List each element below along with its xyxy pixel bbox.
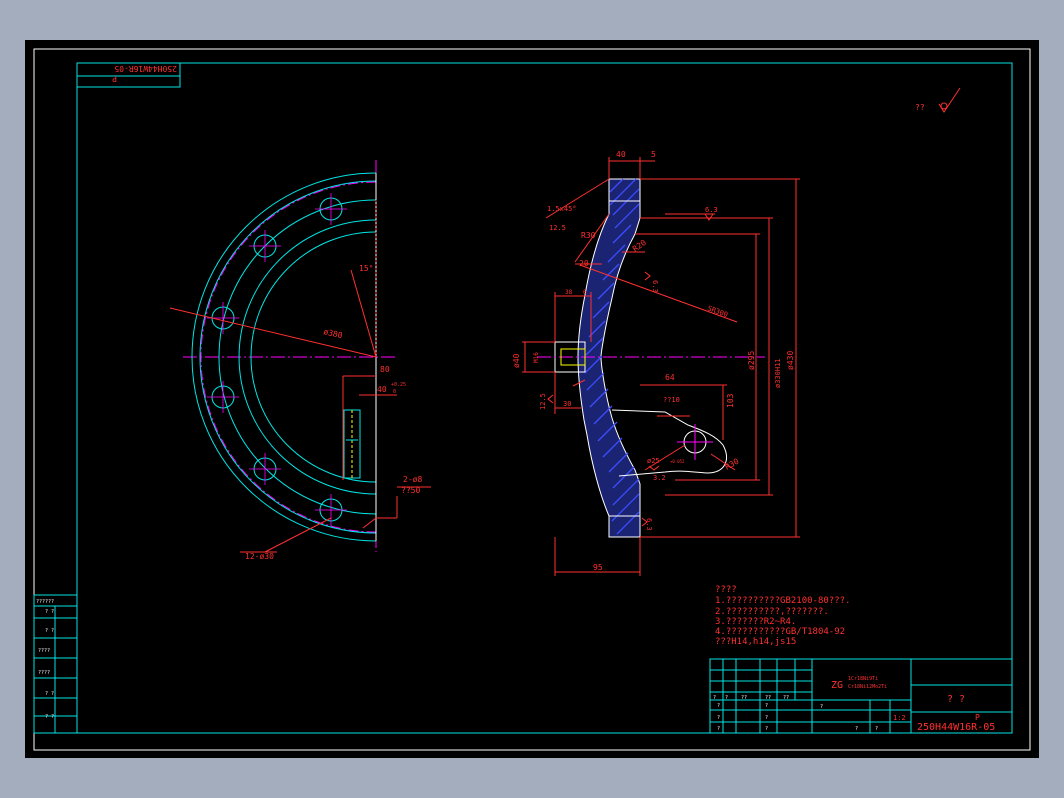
note-5: ???H14,h14,js15 bbox=[715, 637, 796, 647]
dim-95: 95 bbox=[593, 563, 603, 572]
title-cell: ? bbox=[725, 695, 728, 701]
roughness-3-2: 3.2 bbox=[653, 474, 666, 482]
dia-430: ø430 bbox=[786, 351, 795, 370]
dim-40: 40 bbox=[377, 385, 387, 394]
thread-m16: M16 bbox=[533, 352, 540, 363]
holes-2-depth: ??50 bbox=[401, 486, 420, 495]
dia-330: ø330H11 bbox=[774, 358, 782, 388]
scale-value: 1:2 bbox=[893, 714, 906, 722]
note-2: 2.??????????,???????. bbox=[715, 607, 829, 617]
chamfer-dim: 1.5x45° bbox=[547, 205, 577, 213]
dim-30: 30 bbox=[563, 400, 571, 408]
dia-295: ø295 bbox=[747, 351, 756, 370]
dia-25: ø25 bbox=[647, 457, 660, 465]
title-cell: ? bbox=[717, 703, 720, 709]
boss-dia: ø40 bbox=[512, 353, 521, 368]
cad-drawing: P 250H44W16R-05 ?? ø380 15° 80 40 +0.25 … bbox=[33, 48, 1031, 751]
holes-12-dim: 12-ø30 bbox=[245, 552, 274, 561]
left-strip-cell: ? ? bbox=[45, 691, 54, 697]
dim-64: 64 bbox=[665, 373, 675, 382]
note-1: 1.??????????GB2100-80???. bbox=[715, 596, 850, 606]
left-strip-cell: ?????? bbox=[36, 599, 54, 605]
title-cell: ? bbox=[717, 726, 720, 732]
roughness-6-3: 6.3 bbox=[705, 206, 718, 214]
title-cell: ?? bbox=[783, 695, 789, 701]
dim-103: 103 bbox=[726, 393, 735, 408]
dim-top-5: 5 bbox=[651, 150, 656, 159]
notes-title: ???? bbox=[715, 585, 737, 595]
angle-dim: 15° bbox=[359, 264, 373, 273]
mirrored-drawing-number: 250H44W16R-05 bbox=[114, 64, 177, 73]
mirrored-number-box: P 250H44W16R-05 bbox=[76, 62, 181, 88]
section-view: 40 5 1.5x45° 12.5 R30 R20 20 6.3 6.3 SR3… bbox=[512, 150, 800, 576]
roughness-label: ?? bbox=[915, 103, 925, 112]
tol-upper: +0.25 bbox=[391, 382, 406, 388]
title-block: ZG 1Cr18Ni9Ti Cr18Ni12Mo2Ti ? ? P 250H44… bbox=[709, 658, 1013, 734]
code-p: P bbox=[975, 713, 980, 722]
title-cell: ? bbox=[765, 703, 768, 709]
note-4: 4.???????????GB/T1804-92 bbox=[715, 627, 845, 637]
material-grade: ZG bbox=[831, 680, 843, 691]
depth-10: ??10 bbox=[663, 396, 680, 404]
roughness-6-3b: 6.3 bbox=[651, 280, 659, 293]
title-cell: ? bbox=[717, 715, 720, 721]
title-cell: ? bbox=[765, 715, 768, 721]
dim-6: 6 bbox=[583, 289, 587, 296]
dim-20: 20 bbox=[579, 259, 589, 268]
material-line1: 1Cr18Ni9Ti bbox=[848, 676, 878, 682]
left-strip-cell: ? ? bbox=[45, 609, 54, 615]
mirrored-sheet-mark: P bbox=[112, 74, 117, 83]
dim-top-40: 40 bbox=[616, 150, 626, 159]
dia-25-tol: +0.052 bbox=[670, 459, 685, 464]
general-roughness: ?? bbox=[915, 87, 961, 113]
left-strip-cell: ???? bbox=[38, 648, 50, 654]
left-strip: ?????? ? ? ? ? ???? ???? ? ? ? ? bbox=[33, 594, 78, 734]
roughness-12-5: 12.5 bbox=[549, 224, 566, 232]
dim-38: 38 bbox=[565, 289, 573, 296]
title-cell: ? bbox=[820, 704, 823, 710]
dim-80: 80 bbox=[380, 365, 390, 374]
left-strip-cell: ? ? bbox=[45, 628, 54, 634]
left-strip-cell: ? ? bbox=[45, 714, 54, 720]
title-cell: ?? bbox=[741, 695, 747, 701]
radius-30-top: R30 bbox=[581, 231, 596, 240]
drawing-number: 250H44W16R-05 bbox=[917, 722, 995, 733]
technical-notes: ???? 1.??????????GB2100-80???. 2.???????… bbox=[715, 585, 850, 647]
radius-20: R20 bbox=[631, 238, 648, 254]
holes-2-dim: 2-ø8 bbox=[403, 475, 422, 484]
roughness-12-5b: 12.5 bbox=[539, 393, 547, 410]
tol-lower: 0 bbox=[393, 389, 396, 395]
note-3: 3.???????R2~R4. bbox=[715, 617, 796, 627]
title-cell: ? bbox=[713, 695, 716, 701]
title-cell: ? bbox=[765, 726, 768, 732]
bolt-circle-dim: ø380 bbox=[323, 327, 344, 340]
part-name: ? ? bbox=[947, 694, 965, 705]
front-view: ø380 15° 80 40 +0.25 0 2-ø8 ??50 12-ø30 bbox=[169, 160, 431, 561]
outer-frame bbox=[33, 48, 1031, 751]
material-line2: Cr18Ni12Mo2Ti bbox=[848, 684, 887, 690]
title-cell: ? bbox=[875, 726, 878, 732]
left-strip-cell: ???? bbox=[38, 670, 50, 676]
cad-viewport[interactable]: P 250H44W16R-05 ?? ø380 15° 80 40 +0.25 … bbox=[25, 40, 1039, 758]
title-cell: ? bbox=[855, 726, 858, 732]
roughness-6-3c: 6.3 bbox=[645, 518, 653, 531]
sphere-radius: SR300 bbox=[706, 304, 729, 319]
title-cell: ?? bbox=[765, 695, 771, 701]
